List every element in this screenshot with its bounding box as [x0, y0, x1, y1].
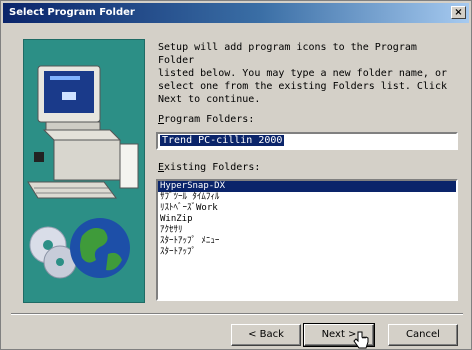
button-separator — [11, 313, 463, 315]
folder-list-item[interactable]: ｽﾀｰﾄｱｯﾌﾟ — [158, 247, 456, 258]
folder-list-item[interactable]: ﾘｽﾄﾍﾞｰｽﾞWork — [158, 203, 456, 214]
cancel-button[interactable]: Cancel — [388, 324, 458, 346]
program-folder-field[interactable]: Trend PC-cillin 2000 — [156, 132, 458, 150]
folder-list-item[interactable]: WinZip — [158, 214, 456, 225]
existing-folders-label: Existing Folders: — [158, 162, 260, 173]
program-folder-value: Trend PC-cillin 2000 — [160, 135, 285, 146]
instructions-text: Setup will add program icons to the Prog… — [158, 42, 447, 105]
select-program-folder-dialog: Select Program Folder × Setup will add p… — [0, 0, 472, 350]
computer-illustration-icon — [27, 65, 139, 279]
folder-list-item[interactable]: ｻﾌﾞﾂｰﾙ ﾀｲﾑﾌｨﾙ — [158, 192, 456, 203]
back-button[interactable]: < Back — [231, 324, 301, 346]
program-folders-label: Program Folders: — [158, 114, 254, 125]
title-bar[interactable]: Select Program Folder × — [3, 3, 469, 23]
program-folders-label-text: rogram Folders: — [164, 114, 255, 125]
existing-folders-list[interactable]: HyperSnap-DX ｻﾌﾞﾂｰﾙ ﾀｲﾑﾌｨﾙ ﾘｽﾄﾍﾞｰｽﾞWork … — [156, 179, 458, 301]
hand-cursor-icon — [353, 331, 369, 349]
existing-folders-label-text: xisting Folders: — [164, 162, 261, 173]
setup-illustration — [23, 39, 145, 303]
close-button[interactable]: × — [451, 6, 466, 19]
folder-list-item[interactable]: ｱｸｾｻﾘ — [158, 225, 456, 236]
folder-list-item[interactable]: HyperSnap-DX — [158, 181, 456, 192]
folder-list-item[interactable]: ｽﾀｰﾄｱｯﾌﾟ ﾒﾆｭｰ — [158, 236, 456, 247]
window-title: Select Program Folder — [9, 7, 135, 18]
